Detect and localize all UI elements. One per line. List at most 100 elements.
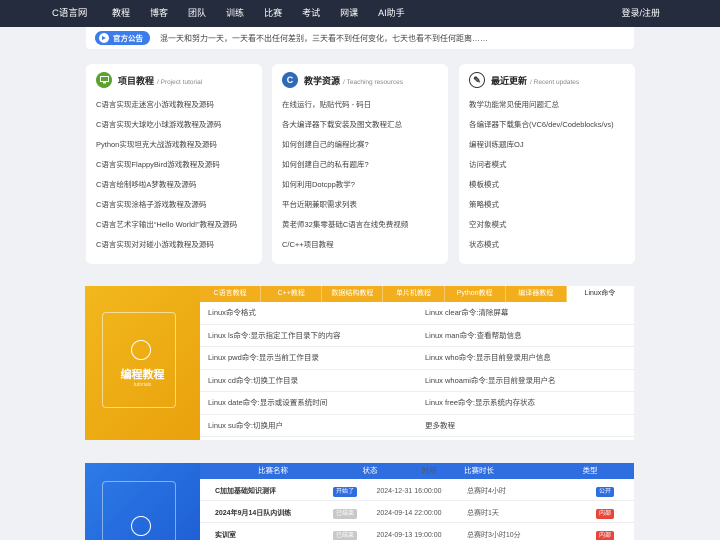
announcement-badge-label: 官方公告 xyxy=(113,33,143,43)
sitemap-icon xyxy=(131,340,151,360)
card-list: 教学功能常见使用问题汇总 各编译器下载集合(VC6/dev/Codeblocks… xyxy=(469,95,625,255)
tutorial-link[interactable]: Linux pwd命令:显示当前工作目录 xyxy=(200,347,417,369)
contest-section: 比赛名称 状态 时间 比赛时长 类型 C加加基础知识测评 开始了 2024-12… xyxy=(85,463,634,540)
list-item[interactable]: C语言艺术字输出“Hello World!”教程及源码 xyxy=(96,215,252,235)
tutorial-link[interactable]: Linux date命令:显示或设置系统时间 xyxy=(200,392,417,414)
contest-name[interactable]: 实训室 xyxy=(200,526,315,540)
c-logo-icon: C xyxy=(282,72,298,88)
tab-compiler[interactable]: 编译器教程 xyxy=(506,286,567,302)
tutorial-banner[interactable]: 编程教程 tutorials xyxy=(85,286,200,440)
type-cell: 内部 xyxy=(521,526,634,540)
list-item[interactable]: C语言实现走迷宫小游戏教程及源码 xyxy=(96,95,252,115)
nav-course[interactable]: 网课 xyxy=(330,0,368,27)
tutorial-link[interactable]: Linux who命令:显示目前登录用户信息 xyxy=(417,347,634,369)
speaker-icon xyxy=(99,33,109,43)
card-subtitle: / Project tutorial xyxy=(157,78,203,86)
list-item[interactable]: C/C++项目教程 xyxy=(282,235,438,255)
list-item[interactable]: 各大编译器下载安装及图文教程汇总 xyxy=(282,115,438,135)
list-item[interactable]: C语言实现对对碰小游戏教程及源码 xyxy=(96,235,252,255)
announcement-bar: 官方公告 混一天和努力一天，一天看不出任何差别，三天看不到任何变化，七天也看不到… xyxy=(86,27,634,49)
card-header: 项目教程 / Project tutorial xyxy=(96,69,252,91)
list-item[interactable]: C语言实现涂格子游戏教程及源码 xyxy=(96,195,252,215)
tab-linux[interactable]: Linux命令 xyxy=(566,286,634,302)
list-item[interactable]: 各编译器下载集合(VC6/dev/Codeblocks/vs) xyxy=(469,115,625,135)
nav-contest[interactable]: 比赛 xyxy=(254,0,292,27)
tutorial-link[interactable]: Linux free命令:显示系统内存状态 xyxy=(417,392,634,414)
card-list: C语言实现走迷宫小游戏教程及源码 C语言实现大球吃小球游戏教程及源码 Pytho… xyxy=(96,95,252,255)
card-subtitle: / Teaching resources xyxy=(343,78,403,86)
main-menu: 教程 博客 团队 训练 比赛 考试 网课 AI助手 xyxy=(102,0,415,27)
status-badge: 开始了 xyxy=(332,487,357,497)
list-item[interactable]: 策略模式 xyxy=(469,195,625,215)
tutorial-link[interactable]: Linux cd命令:切换工作目录 xyxy=(200,370,417,392)
contest-banner[interactable] xyxy=(85,463,200,540)
tab-c[interactable]: C语言教程 xyxy=(200,286,262,302)
nav-tutorial[interactable]: 教程 xyxy=(102,0,140,27)
card-header: ✎ 最近更新 / Recent updates xyxy=(469,69,625,91)
list-item[interactable]: 空对象模式 xyxy=(469,215,625,235)
list-item[interactable]: 如何创建自己的编程比赛? xyxy=(282,135,438,155)
tutorial-section: 编程教程 tutorials C语言教程 C++教程 数据结构教程 单片机教程 … xyxy=(85,286,634,440)
status-badge: 已结束 xyxy=(332,509,357,519)
contest-duration: 总赛时1天 xyxy=(467,510,499,517)
tutorial-link[interactable]: Linux su命令:切换用户 xyxy=(200,415,417,437)
tutorial-tabs: C语言教程 C++教程 数据结构教程 单片机教程 Python教程 编译器教程 … xyxy=(200,286,634,302)
list-item[interactable]: 教学功能常见使用问题汇总 xyxy=(469,95,625,115)
status-cell: 已结束 xyxy=(315,504,375,522)
table-row[interactable]: 实训室 已结束 2024-09-13 19:00:00 总赛时3小时10分 内部 xyxy=(200,526,634,540)
list-item[interactable]: 状态模式 xyxy=(469,235,625,255)
table-row[interactable]: C加加基础知识测评 开始了 2024-12-31 16:00:00 总赛时4小时… xyxy=(200,482,634,501)
announcement-text[interactable]: 混一天和努力一天，一天看不出任何差别，三天看不到任何变化，七天也看不到任何距离…… xyxy=(160,33,488,44)
header-time: 时间 xyxy=(421,466,437,475)
card-header: C 教学资源 / Teaching resources xyxy=(282,69,438,91)
nav-exam[interactable]: 考试 xyxy=(292,0,330,27)
tab-cpp[interactable]: C++教程 xyxy=(261,286,323,302)
type-badge: 内部 xyxy=(595,531,614,540)
tutorial-link[interactable]: Linux whoami命令:显示目前登录用户名 xyxy=(417,370,634,392)
list-item[interactable]: C语言实现FlappyBird游戏教程及源码 xyxy=(96,155,252,175)
tab-python[interactable]: Python教程 xyxy=(445,286,506,302)
header-status: 状态 xyxy=(362,466,378,475)
list-item[interactable]: 如何创建自己的私有题库? xyxy=(282,155,438,175)
banner-title: 编程教程 xyxy=(120,369,165,381)
tutorial-link[interactable]: Linux man命令:查看帮助信息 xyxy=(417,325,634,347)
list-item[interactable]: Python实现坦克大战游戏教程及源码 xyxy=(96,135,252,155)
list-item[interactable]: 访问者模式 xyxy=(469,155,625,175)
tutorial-links: Linux命令格式 Linux clear命令:清除屏幕 Linux ls命令:显… xyxy=(200,302,634,437)
list-item[interactable]: 如何利用Dotcpp教学? xyxy=(282,175,438,195)
login-register-link[interactable]: 登录/注册 xyxy=(621,0,660,27)
list-item[interactable]: C语言绘制哆啦A梦教程及源码 xyxy=(96,175,252,195)
list-item[interactable]: 模板模式 xyxy=(469,175,625,195)
contest-time: 2024-09-14 22:00:00 xyxy=(376,510,442,517)
site-logo[interactable]: C语言网 xyxy=(52,0,87,27)
list-row: Linux cd命令:切换工作目录 Linux whoami命令:显示目前登录用户… xyxy=(200,370,634,392)
document-illustration xyxy=(102,312,176,408)
status-cell: 已结束 xyxy=(315,526,375,540)
nav-blog[interactable]: 博客 xyxy=(140,0,178,27)
list-row: Linux su命令:切换用户 更多教程 xyxy=(200,415,634,437)
status-cell: 开始了 xyxy=(315,482,375,500)
more-tutorials-link[interactable]: 更多教程 xyxy=(417,415,634,437)
tab-data-structure[interactable]: 数据结构教程 xyxy=(322,286,384,302)
nav-team[interactable]: 团队 xyxy=(178,0,216,27)
list-item[interactable]: 黄老师32集零基础C语言在线免费视频 xyxy=(282,215,438,235)
tab-mcu[interactable]: 单片机教程 xyxy=(383,286,445,302)
table-row[interactable]: 2024年9月14日队内训练 已结束 2024-09-14 22:00:00 总… xyxy=(200,504,634,523)
list-row: Linux date命令:显示或设置系统时间 Linux free命令:显示系统内… xyxy=(200,392,634,415)
nav-ai-assistant[interactable]: AI助手 xyxy=(368,0,415,27)
tutorial-link[interactable]: Linux clear命令:清除屏幕 xyxy=(417,302,634,324)
banner-subtitle: tutorials xyxy=(133,382,152,388)
card-title: 教学资源 / Teaching resources xyxy=(304,74,403,87)
list-item[interactable]: 平台近期兼职需求列表 xyxy=(282,195,438,215)
contest-name[interactable]: 2024年9月14日队内训练 xyxy=(200,504,315,522)
list-item[interactable]: 在线运行，贴贴代码 - 码日 xyxy=(282,95,438,115)
nav-training[interactable]: 训练 xyxy=(216,0,254,27)
tutorial-link[interactable]: Linux ls命令:显示指定工作目录下的内容 xyxy=(200,325,417,347)
list-item[interactable]: 编程训练题库OJ xyxy=(469,135,625,155)
list-item[interactable]: C语言实现大球吃小球游戏教程及源码 xyxy=(96,115,252,135)
contest-time: 2024-12-31 16:00:00 xyxy=(376,488,442,495)
type-cell: 公开 xyxy=(521,482,634,500)
contest-duration: 总赛时4小时 xyxy=(467,488,506,495)
tutorial-link[interactable]: Linux命令格式 xyxy=(200,302,417,324)
contest-name[interactable]: C加加基础知识测评 xyxy=(200,482,315,500)
